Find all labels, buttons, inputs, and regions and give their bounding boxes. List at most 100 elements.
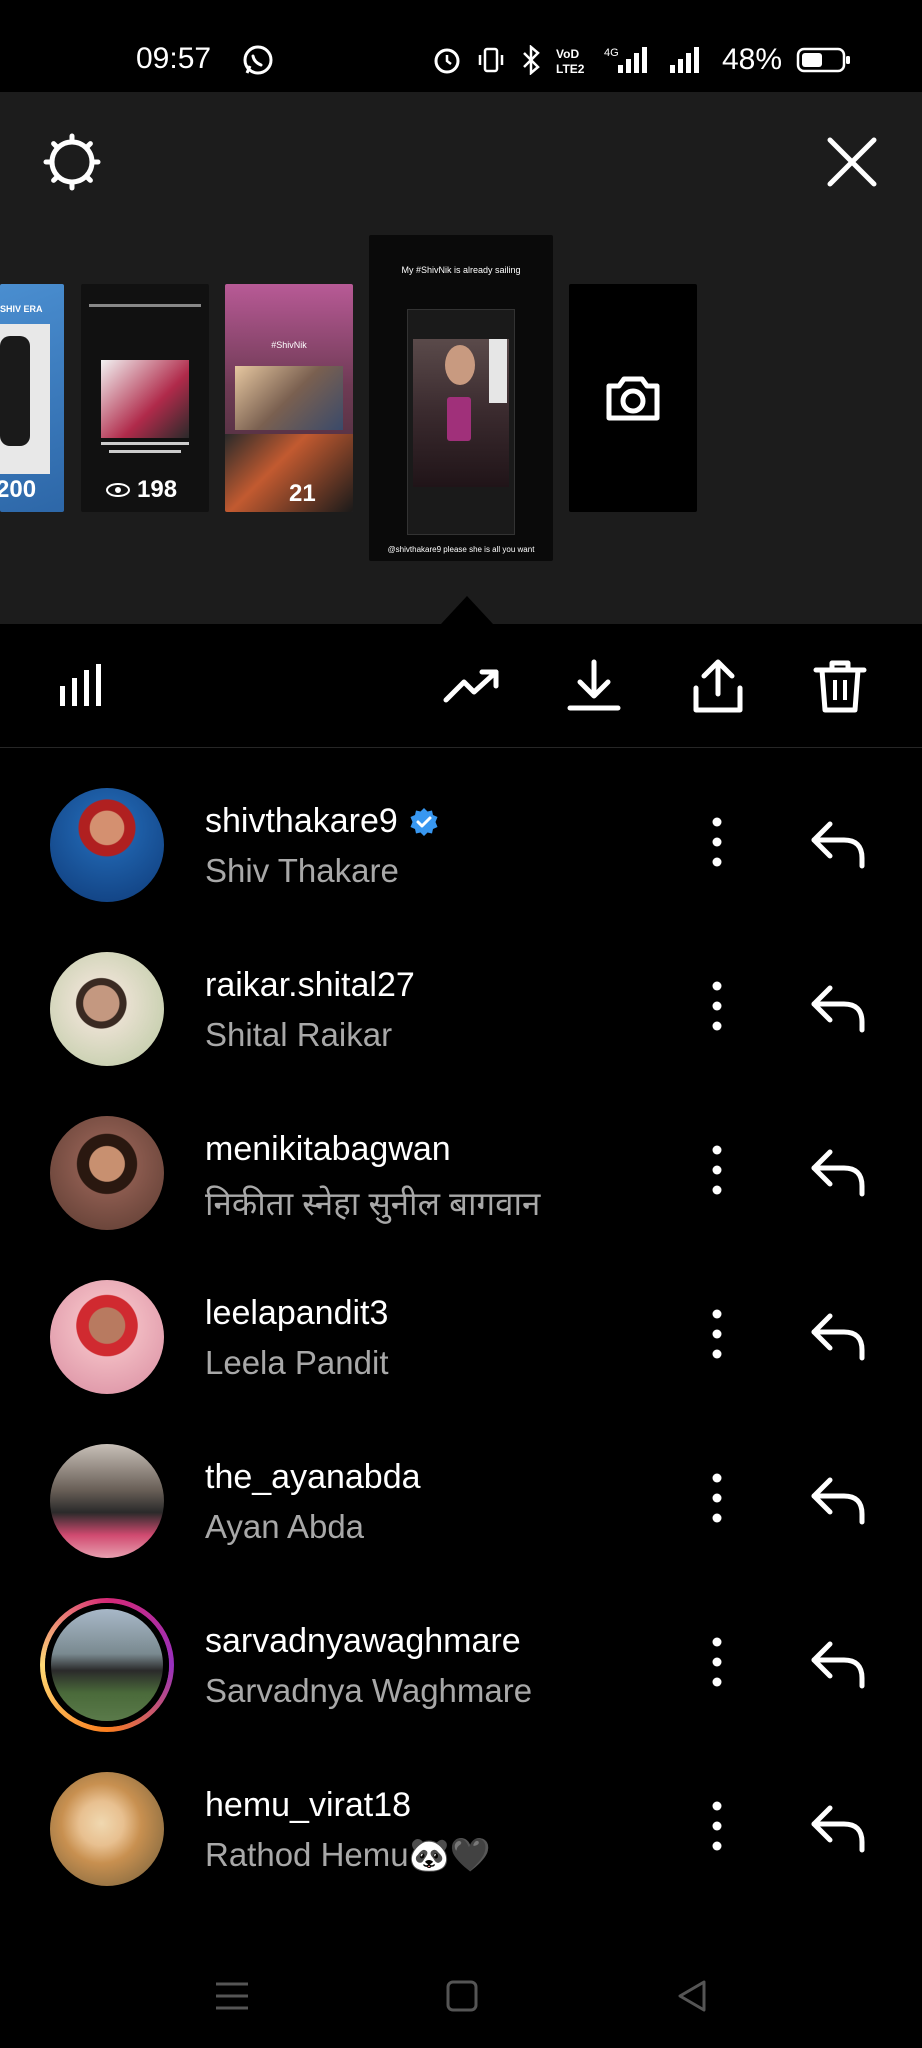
viewer-row[interactable]: menikitabagwan निकीता स्नेहा सुनील बागवा… <box>0 1076 922 1240</box>
more-options-icon[interactable] <box>702 812 732 872</box>
reply-icon[interactable] <box>806 1634 870 1694</box>
view-count: 21 <box>289 480 316 507</box>
viewer-fullname: निकीता स्नेहा सुनील बागवान <box>205 1185 541 1222</box>
4g-signal-icon: 4G <box>604 47 647 73</box>
volte-icon: VoDLTE2 <box>556 47 585 75</box>
add-story-tile[interactable] <box>569 284 697 512</box>
more-options-icon[interactable] <box>702 1140 732 1200</box>
svg-text:VoD: VoD <box>556 47 579 61</box>
story-thumbnail[interactable]: SHIV ERA 200 <box>0 284 64 512</box>
insights-bars-icon[interactable] <box>50 654 114 718</box>
more-options-icon[interactable] <box>702 1468 732 1528</box>
view-count: 200 <box>0 476 37 503</box>
more-options-icon[interactable] <box>702 1632 732 1692</box>
thumbnail-text-line <box>109 450 181 453</box>
viewer-username: shivthakare9 <box>205 802 440 841</box>
thumbnail-mic <box>447 397 471 441</box>
camera-icon <box>606 376 660 421</box>
avatar[interactable] <box>50 1280 164 1394</box>
avatar[interactable] <box>50 1444 164 1558</box>
bluetooth-icon <box>523 45 540 75</box>
story-thumbnail-selected[interactable]: My #ShivNik is already sailing @shivthak… <box>369 235 553 561</box>
story-action-bar <box>0 624 922 748</box>
username-text: hemu_virat18 <box>205 1786 412 1824</box>
download-icon[interactable] <box>562 654 626 718</box>
story-thumbnail[interactable]: #ShivNik 21 <box>225 284 353 512</box>
reply-icon[interactable] <box>806 1306 870 1366</box>
viewer-row[interactable]: raikar.shital27 Shital Raikar <box>0 912 922 1076</box>
settings-gear-icon[interactable] <box>40 130 104 194</box>
svg-text:LTE2: LTE2 <box>556 62 585 75</box>
selected-pointer <box>441 596 493 624</box>
viewer-fullname: Rathod Hemu🐼🖤 <box>205 1836 491 1873</box>
viewer-username: raikar.shital27 <box>205 966 415 1005</box>
thumbnail-photo <box>235 366 343 430</box>
viewer-row[interactable]: the_ayanabda Ayan Abda <box>0 1404 922 1568</box>
viewer-username: sarvadnyawaghmare <box>205 1622 521 1661</box>
username-text: raikar.shital27 <box>205 966 415 1004</box>
thumbnail-person <box>0 336 30 446</box>
thumbnail-caption-bottom: @shivthakare9 please she is all you want <box>387 545 535 554</box>
whatsapp-icon <box>243 45 273 75</box>
status-bar: 09:57 VoD LTE2 4G 48% <box>0 0 922 92</box>
battery-percent: 48% <box>721 43 782 76</box>
viewer-row[interactable]: leelapandit3 Leela Pandit <box>0 1240 922 1404</box>
share-icon[interactable] <box>686 654 750 718</box>
viewer-username: hemu_virat18 <box>205 1786 411 1825</box>
verified-badge-icon <box>410 807 438 836</box>
viewer-username: the_ayanabda <box>205 1458 421 1497</box>
reply-icon[interactable] <box>806 1798 870 1858</box>
viewer-fullname: Sarvadnya Waghmare <box>205 1672 533 1709</box>
story-thumbnail[interactable]: 198 <box>81 284 209 512</box>
trending-icon[interactable] <box>440 654 504 718</box>
thumbnail-caption: SHIV ERA <box>0 304 43 314</box>
viewer-fullname: Ayan Abda <box>205 1508 365 1545</box>
eye-icon <box>106 483 130 497</box>
viewer-username: leelapandit3 <box>205 1294 388 1333</box>
avatar[interactable] <box>50 1772 164 1886</box>
thumbnail-text-line <box>101 442 189 445</box>
svg-text:4G: 4G <box>604 47 619 59</box>
viewer-row[interactable]: hemu_virat18 Rathod Hemu🐼🖤 <box>0 1732 922 1896</box>
avatar[interactable] <box>50 1116 164 1230</box>
avatar[interactable] <box>50 788 164 902</box>
reply-icon[interactable] <box>806 1142 870 1202</box>
status-time: 09:57 <box>136 42 212 75</box>
viewer-fullname: Shiv Thakare <box>205 852 399 889</box>
viewer-username: menikitabagwan <box>205 1130 451 1169</box>
close-icon[interactable] <box>820 130 884 194</box>
more-options-icon[interactable] <box>702 1304 732 1364</box>
reply-icon[interactable] <box>806 978 870 1038</box>
username-text: the_ayanabda <box>205 1458 421 1496</box>
system-nav-bar <box>0 1944 922 2048</box>
delete-icon[interactable] <box>808 654 872 718</box>
status-icons: VoD LTE2 4G 48% <box>432 40 852 80</box>
view-count: 198 <box>105 476 177 504</box>
thumbnail-caption-top: My #ShivNik is already sailing <box>401 265 521 275</box>
username-text: shivthakare9 <box>205 802 398 840</box>
reply-icon[interactable] <box>806 814 870 874</box>
viewer-row[interactable]: sarvadnyawaghmare Sarvadnya Waghmare <box>0 1568 922 1732</box>
signal-icon <box>669 47 699 73</box>
username-text: menikitabagwan <box>205 1130 451 1168</box>
menu-icon[interactable] <box>212 1976 252 2016</box>
more-options-icon[interactable] <box>702 976 732 1036</box>
viewer-fullname: Shital Raikar <box>205 1016 393 1053</box>
thumbnail-face <box>445 345 475 385</box>
viewer-row[interactable]: shivthakare9 Shiv Thakare <box>0 748 922 912</box>
username-text: leelapandit3 <box>205 1294 389 1332</box>
home-icon[interactable] <box>442 1976 482 2016</box>
thumbnail-photo-detail <box>489 339 507 403</box>
back-icon[interactable] <box>672 1976 712 2016</box>
more-options-icon[interactable] <box>702 1796 732 1856</box>
avatar[interactable] <box>50 952 164 1066</box>
thumbnail-photo <box>101 360 189 438</box>
avatar[interactable] <box>45 1603 169 1727</box>
thumbnail-text-line <box>89 304 201 307</box>
thumbnail-caption: #ShivNik <box>271 340 307 350</box>
alarm-icon <box>434 48 460 74</box>
reply-icon[interactable] <box>806 1470 870 1530</box>
viewer-fullname: Leela Pandit <box>205 1344 389 1381</box>
username-text: sarvadnyawaghmare <box>205 1622 521 1660</box>
story-panel: SHIV ERA 200 198 #ShivNik 21 My #ShivNik… <box>0 92 922 624</box>
